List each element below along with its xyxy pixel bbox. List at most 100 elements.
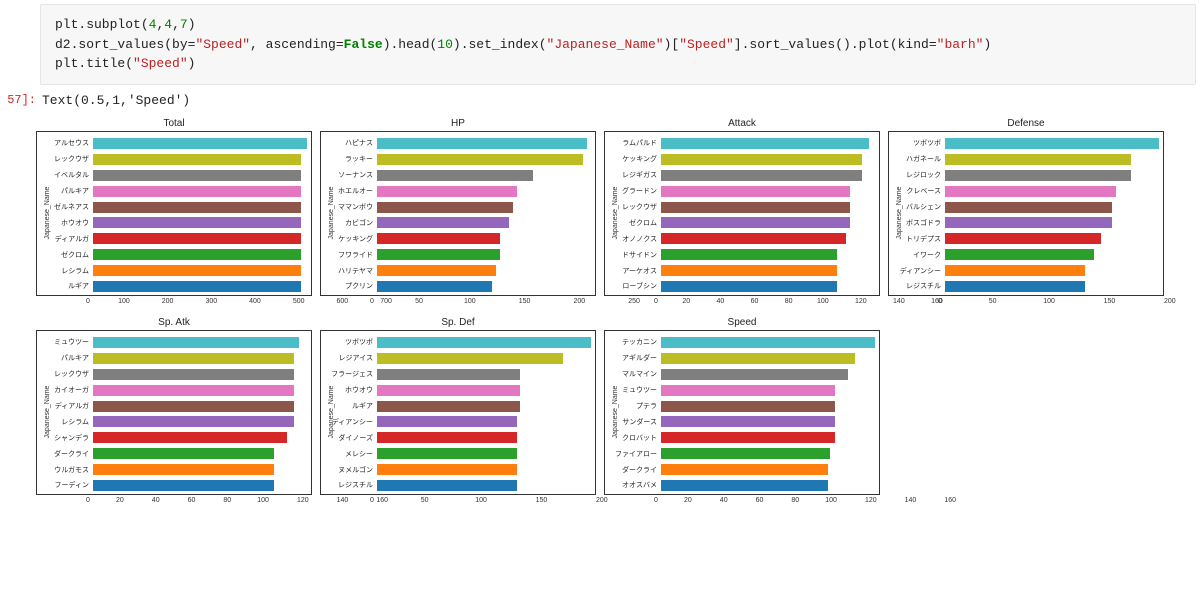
x-tick: 120 (855, 298, 867, 305)
bar-fill (93, 448, 274, 459)
x-axis: 050100150200 (320, 497, 596, 504)
bar-category-label: ハガネール (893, 154, 945, 164)
bar-row: レジロック (893, 169, 1159, 182)
bar-fill (661, 138, 869, 149)
bar-row: ミュウツー (41, 336, 307, 349)
plot-box: Japanese_Nameツボツボハガネールレジロッククレベースバルシェンボスゴ… (888, 131, 1164, 296)
bar-fill (661, 265, 837, 276)
x-tick: 40 (720, 497, 728, 504)
bar-fill (377, 385, 520, 396)
code-line-2: d2.sort_values(by="Speed", ascending=Fal… (55, 35, 1181, 55)
bar-row: イベルタル (41, 169, 307, 182)
bar-category-label: テッカニン (609, 337, 661, 347)
bar-fill (93, 265, 301, 276)
x-tick: 0 (938, 298, 942, 305)
bar-fill (661, 217, 850, 228)
bar-row: レジギガス (609, 169, 875, 182)
bar-category-label: ツボツボ (325, 337, 377, 347)
x-tick: 0 (86, 497, 90, 504)
bar-category-label: レジロック (893, 170, 945, 180)
bar-row: ソーナンス (325, 169, 591, 182)
y-axis-label: Japanese_Name (612, 187, 619, 240)
x-tick: 100 (464, 298, 476, 305)
bar-category-label: レジアイス (325, 353, 377, 363)
bar-row: レジスチル (893, 280, 1159, 293)
chart-title: Total (36, 118, 312, 129)
bar-fill (661, 448, 830, 459)
bar-row: オオスバメ (609, 479, 875, 492)
bar-fill (945, 186, 1116, 197)
bar-category-label: ダークライ (41, 449, 93, 459)
x-tick: 100 (1043, 298, 1055, 305)
bar-row: トリデプス (893, 232, 1159, 245)
plot-box: Japanese_Nameミュウツーパルキアレックウザカイオーガディアルガレシラ… (36, 330, 312, 495)
bar-row: ケッキング (325, 232, 591, 245)
bar-fill (93, 154, 301, 165)
x-tick: 200 (1164, 298, 1176, 305)
bar-row: ハピナス (325, 137, 591, 150)
x-axis: 0100200300400500600700 (36, 298, 312, 305)
x-tick: 140 (905, 497, 917, 504)
bar-category-label: メレシー (325, 449, 377, 459)
bar-fill (93, 249, 301, 260)
x-tick: 100 (817, 298, 829, 305)
x-tick: 0 (86, 298, 90, 305)
bar-fill (661, 480, 828, 491)
x-tick: 500 (293, 298, 305, 305)
bar-fill (377, 464, 517, 475)
bar-fill (661, 369, 848, 380)
code-line-3: plt.title("Speed") (55, 54, 1181, 74)
bar-category-label: ツボツボ (893, 138, 945, 148)
bar-category-label: ケッキング (609, 154, 661, 164)
bar-row: ゼクロム (41, 248, 307, 261)
bar-row: ウルガモス (41, 463, 307, 476)
bar-fill (377, 249, 500, 260)
bar-fill (945, 249, 1094, 260)
output-row: 57]: Text(0.5,1,'Speed') (0, 93, 1200, 108)
bar-row: カビゴン (325, 216, 591, 229)
x-tick: 40 (716, 298, 724, 305)
x-axis: 020406080100120140160 (604, 298, 880, 305)
bar-fill (377, 480, 517, 491)
bar-category-label: オオスバメ (609, 480, 661, 490)
bar-category-label: レジスチル (325, 480, 377, 490)
x-tick: 200 (573, 298, 585, 305)
bar-row: ラムパルド (609, 137, 875, 150)
bar-category-label: ドサイドン (609, 250, 661, 260)
code-line-1: plt.subplot(4,4,7) (55, 15, 1181, 35)
x-tick: 100 (825, 497, 837, 504)
bar-row: アーケオス (609, 264, 875, 277)
bar-row: ルギア (325, 400, 591, 413)
x-tick: 60 (751, 298, 759, 305)
plot-box: Japanese_Nameラムパルドケッキングレジギガスグラードンレックウザゼク… (604, 131, 880, 296)
bar-row: ダークライ (609, 463, 875, 476)
bar-row: ゼルネアス (41, 201, 307, 214)
bar-fill (661, 416, 835, 427)
chart-title: Sp. Def (320, 317, 596, 328)
x-axis: 050100150200250 (320, 298, 596, 305)
x-tick: 200 (162, 298, 174, 305)
bar-fill (377, 401, 520, 412)
bar-fill (377, 353, 563, 364)
bar-row: カイオーガ (41, 384, 307, 397)
bar-row: オノノクス (609, 232, 875, 245)
x-tick: 20 (116, 497, 124, 504)
bar-row: ルギア (41, 280, 307, 293)
bar-row: フワライド (325, 248, 591, 261)
x-tick: 150 (1104, 298, 1116, 305)
x-tick: 20 (684, 497, 692, 504)
bar-row: クロバット (609, 431, 875, 444)
subplot: Sp. DefJapanese_Nameツボツボレジアイスフラージェスホウオウル… (320, 317, 596, 504)
y-axis-label: Japanese_Name (328, 386, 335, 439)
bar-row: ホウオウ (325, 384, 591, 397)
bar-category-label: ハリテヤマ (325, 266, 377, 276)
bar-fill (93, 464, 274, 475)
bar-row: ホウオウ (41, 216, 307, 229)
bar-category-label: フワライド (325, 250, 377, 260)
bar-fill (661, 464, 828, 475)
x-tick: 50 (415, 298, 423, 305)
x-tick: 150 (536, 497, 548, 504)
chart-title: Speed (604, 317, 880, 328)
bar-category-label: ゼクロム (41, 250, 93, 260)
bar-row: ボスゴドラ (893, 216, 1159, 229)
